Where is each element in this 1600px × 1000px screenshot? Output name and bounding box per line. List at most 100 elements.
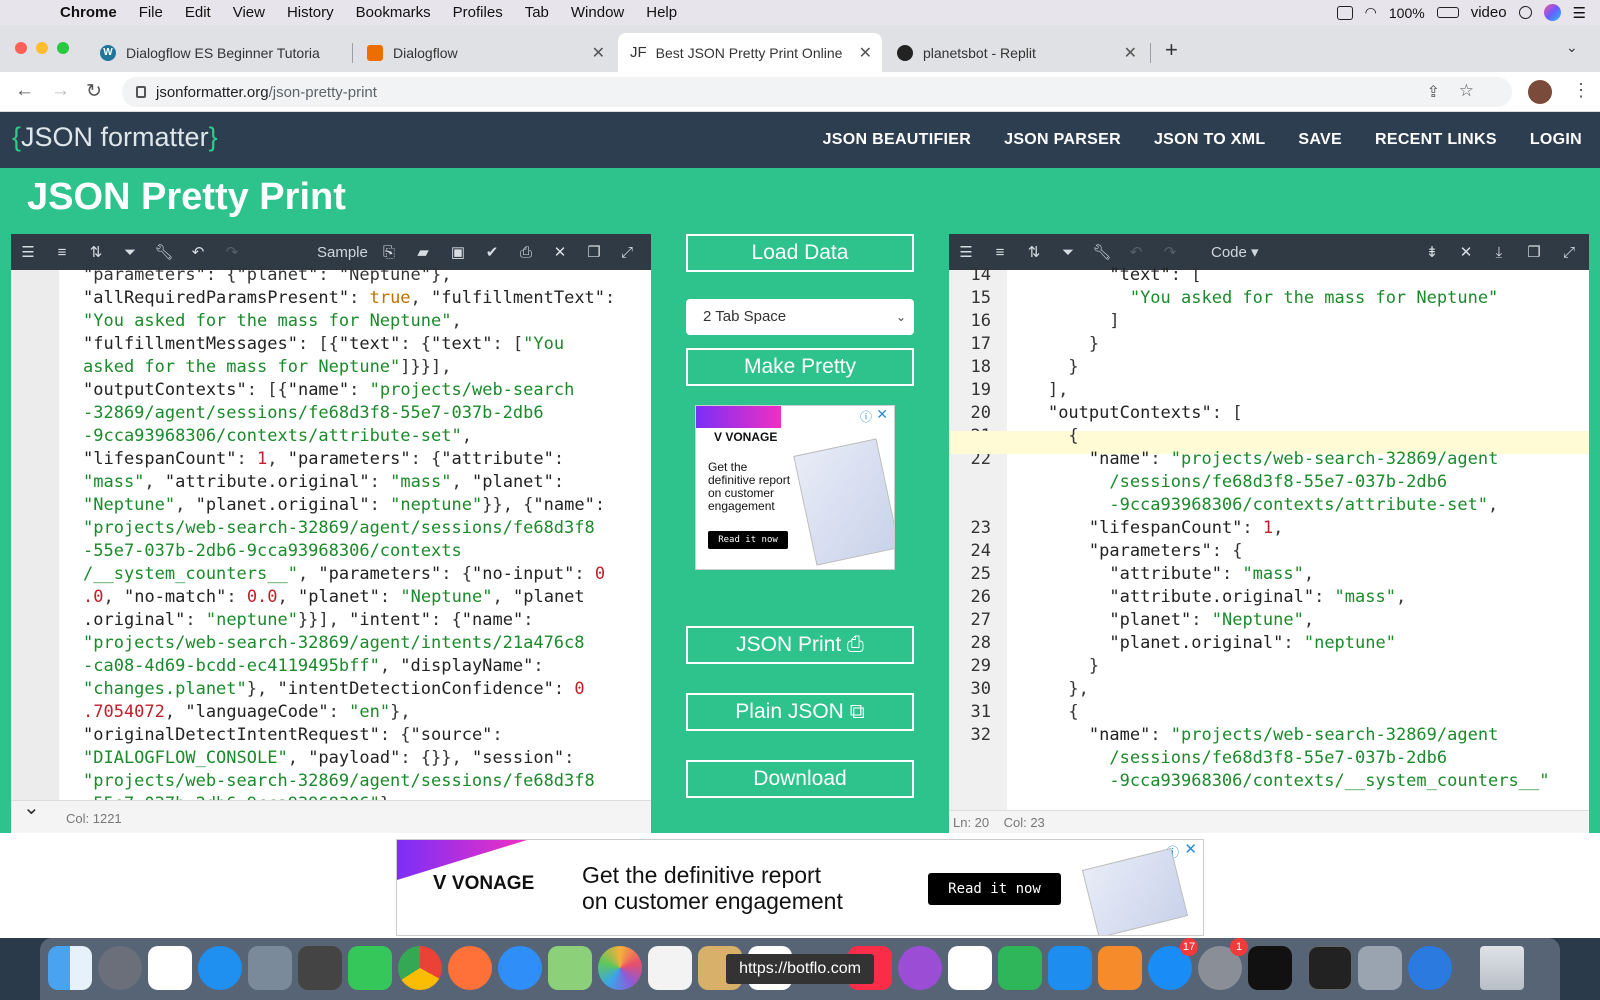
nav-save[interactable]: SAVE bbox=[1298, 131, 1342, 149]
forward-icon[interactable]: → bbox=[51, 80, 70, 102]
nav-json-to-xml[interactable]: JSON TO XML bbox=[1154, 131, 1265, 149]
new-tab-icon[interactable]: + bbox=[1165, 37, 1178, 63]
user-name[interactable]: video bbox=[1471, 4, 1507, 21]
zoom-window-button[interactable] bbox=[57, 42, 69, 54]
sort-icon[interactable]: ⇅ bbox=[79, 243, 113, 261]
profile-avatar[interactable] bbox=[1528, 80, 1552, 104]
input-json-text[interactable]: "parameters": {"planet": "Neptune"}, "al… bbox=[83, 264, 643, 816]
fullscreen-icon[interactable]: ⤢ bbox=[1552, 244, 1586, 261]
trash-icon[interactable] bbox=[1480, 946, 1524, 990]
bookmark-star-icon[interactable]: ☆ bbox=[1459, 81, 1474, 101]
numbers-icon[interactable] bbox=[998, 946, 1042, 990]
validate-check-icon[interactable]: ✔ bbox=[475, 243, 509, 261]
save-icon[interactable]: ▣ bbox=[441, 243, 475, 261]
vonage-ad-banner[interactable]: ⓘ ✕ V VONAGE Get the definitive report o… bbox=[396, 839, 1204, 936]
back-icon[interactable]: ← bbox=[15, 80, 34, 102]
site-logo[interactable]: {JSON formatter} bbox=[12, 122, 218, 153]
menu-help[interactable]: Help bbox=[646, 4, 677, 21]
menu-bookmarks[interactable]: Bookmarks bbox=[356, 4, 431, 21]
menu-tab[interactable]: Tab bbox=[525, 4, 549, 21]
launchpad-icon[interactable] bbox=[98, 946, 142, 990]
json-print-button[interactable]: JSON Print ⎙ bbox=[686, 626, 914, 664]
omnibox[interactable]: jsonformatter.org/json-pretty-print ⇪ ☆ bbox=[122, 77, 1512, 107]
maps-icon[interactable] bbox=[548, 946, 592, 990]
nav-json-parser[interactable]: JSON PARSER bbox=[1004, 131, 1121, 149]
photos-icon[interactable] bbox=[598, 946, 642, 990]
menu-file[interactable]: File bbox=[139, 4, 163, 21]
chrome-menu-icon[interactable]: ⋮ bbox=[1572, 80, 1590, 101]
ad-read-button[interactable]: Read it now bbox=[928, 873, 1061, 905]
fullscreen-icon[interactable]: ⤢ bbox=[610, 244, 644, 261]
menu-window[interactable]: Window bbox=[571, 4, 624, 21]
nav-recent-links[interactable]: RECENT LINKS bbox=[1375, 131, 1497, 149]
close-tab-icon[interactable]: ✕ bbox=[592, 43, 605, 63]
open-folder-icon[interactable]: ▰ bbox=[406, 243, 440, 261]
compact-icon[interactable]: ≡ bbox=[45, 244, 79, 261]
ad-read-button[interactable]: Read it now bbox=[708, 531, 788, 549]
close-tab-icon[interactable]: ✕ bbox=[1124, 43, 1137, 63]
copy-icon[interactable]: ❐ bbox=[1517, 243, 1551, 261]
menu-profiles[interactable]: Profiles bbox=[453, 4, 503, 21]
output-editor[interactable]: ☰ ≡ ⇅ ⏷ 🔧︎ ↶ ↷ Code ▾ ⇟ ✕ ⤓ ❐ ⤢ 14 15 16 17… bbox=[949, 234, 1589, 833]
firefox-icon[interactable] bbox=[448, 946, 492, 990]
repair-wrench-icon[interactable]: 🔧︎ bbox=[147, 243, 181, 261]
filter-icon[interactable]: ⏷ bbox=[113, 244, 147, 261]
tab-json-pretty-print[interactable]: JF Best JSON Pretty Print Online ✕ bbox=[618, 33, 882, 72]
tab-space-select[interactable]: 2 Tab Space ⌄ bbox=[686, 299, 914, 335]
clear-icon[interactable]: ✕ bbox=[1449, 243, 1483, 261]
screenshot-icon[interactable] bbox=[1358, 946, 1402, 990]
menu-edit[interactable]: Edit bbox=[185, 4, 211, 21]
clear-icon[interactable]: ✕ bbox=[543, 243, 577, 261]
facetime-icon[interactable] bbox=[348, 946, 392, 990]
mode-select[interactable]: Code ▾ bbox=[1211, 243, 1259, 261]
redo-icon[interactable]: ↷ bbox=[215, 243, 249, 261]
finder-icon[interactable] bbox=[48, 946, 92, 990]
tab-dialogflow[interactable]: Dialogflow ✕ bbox=[355, 33, 615, 72]
format-icon[interactable]: ☰ bbox=[11, 243, 45, 261]
close-tab-icon[interactable]: ✕ bbox=[859, 43, 872, 63]
tab-dialogflow-tutorial[interactable]: W Dialogflow ES Beginner Tutoria bbox=[90, 33, 352, 72]
wifi-icon[interactable]: ◠ bbox=[1365, 4, 1377, 21]
load-data-button[interactable]: Load Data bbox=[686, 234, 914, 272]
control-center-icon[interactable]: ☰ bbox=[1573, 4, 1586, 22]
siri-icon[interactable] bbox=[1543, 4, 1561, 21]
output-json-text[interactable]: "text": [ "You asked for the mass for Ne… bbox=[1007, 264, 1589, 793]
tab-search-chevron-icon[interactable]: ⌄ bbox=[1566, 39, 1578, 56]
reminders-icon[interactable] bbox=[148, 946, 192, 990]
make-pretty-button[interactable]: Make Pretty bbox=[686, 348, 914, 386]
download-button[interactable]: Download bbox=[686, 760, 914, 798]
sample-button[interactable]: Sample bbox=[317, 244, 368, 261]
safari-icon[interactable] bbox=[198, 946, 242, 990]
search-icon[interactable] bbox=[1518, 6, 1532, 19]
filter-icon[interactable]: ⏷ bbox=[1051, 244, 1085, 261]
reload-icon[interactable]: ↻ bbox=[86, 80, 102, 103]
redo-icon[interactable]: ↷ bbox=[1153, 243, 1187, 261]
undo-icon[interactable]: ↶ bbox=[181, 243, 215, 261]
repair-wrench-icon[interactable]: 🔧︎ bbox=[1085, 243, 1119, 261]
tab-replit[interactable]: planetsbot - Replit ✕ bbox=[885, 33, 1147, 72]
undo-icon[interactable]: ↶ bbox=[1119, 243, 1153, 261]
menu-history[interactable]: History bbox=[287, 4, 334, 21]
upload-icon[interactable]: ⎘ bbox=[372, 244, 406, 261]
ad-close-icon[interactable]: ✕ bbox=[876, 406, 888, 423]
url-text[interactable]: jsonformatter.org/json-pretty-print bbox=[156, 84, 377, 101]
chrome-icon[interactable] bbox=[398, 946, 442, 990]
print-icon[interactable]: ⎙ bbox=[509, 244, 543, 261]
podcasts-icon[interactable] bbox=[898, 946, 942, 990]
collapse-all-icon[interactable]: ⇟ bbox=[1415, 243, 1449, 261]
input-editor[interactable]: ☰ ≡ ⇅ ⏷ 🔧︎ ↶ ↷ Sample ⎘ ▰ ▣ ✔ ⎙ ✕ ❐ ⤢ "p… bbox=[11, 234, 651, 833]
photo-booth-icon[interactable] bbox=[298, 946, 342, 990]
menu-app-name[interactable]: Chrome bbox=[60, 4, 117, 21]
collapse-chevron-icon[interactable]: ⌄ bbox=[23, 795, 40, 820]
lock-icon[interactable] bbox=[136, 86, 146, 98]
plain-json-button[interactable]: Plain JSON ⧉ bbox=[686, 693, 914, 731]
format-icon[interactable]: ☰ bbox=[949, 243, 983, 261]
battery-icon[interactable] bbox=[1436, 7, 1459, 18]
quicktime-icon[interactable] bbox=[1408, 946, 1452, 990]
keynote-icon[interactable] bbox=[1048, 946, 1092, 990]
close-window-button[interactable] bbox=[15, 42, 27, 54]
ad-close-icon[interactable]: ✕ bbox=[1184, 840, 1197, 858]
download-icon[interactable]: ⤓ bbox=[1482, 244, 1516, 261]
share-icon[interactable]: ⇪ bbox=[1427, 82, 1440, 102]
news-icon[interactable] bbox=[948, 946, 992, 990]
